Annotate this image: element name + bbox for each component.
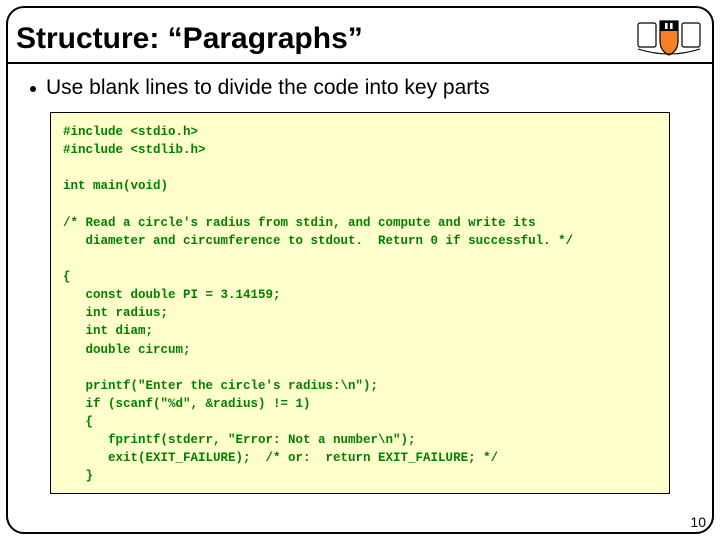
- code-line: int radius;: [63, 306, 168, 320]
- bullet-item: Use blank lines to divide the code into …: [30, 76, 700, 100]
- code-line: exit(EXIT_FAILURE); /* or: return EXIT_F…: [63, 451, 498, 465]
- code-line: }: [63, 469, 93, 483]
- princeton-crest-icon: [634, 17, 704, 61]
- code-line: diameter and circumference to stdout. Re…: [63, 234, 573, 248]
- code-line: #include <stdlib.h>: [63, 143, 206, 157]
- bullet-dot-icon: [30, 86, 36, 92]
- code-block: #include <stdio.h> #include <stdlib.h> i…: [50, 112, 670, 494]
- code-line: {: [63, 270, 71, 284]
- code-line: int diam;: [63, 324, 153, 338]
- code-line: const double PI = 3.14159;: [63, 288, 281, 302]
- title-underline: [8, 62, 712, 64]
- code-line: fprintf(stderr, "Error: Not a number\n")…: [63, 433, 416, 447]
- code-line: {: [63, 415, 93, 429]
- code-line: printf("Enter the circle's radius:\n");: [63, 379, 378, 393]
- code-line: …: [63, 488, 71, 495]
- bullet-text: Use blank lines to divide the code into …: [46, 76, 490, 100]
- page-number: 10: [690, 514, 706, 530]
- code-line: #include <stdio.h>: [63, 125, 198, 139]
- title-row: Structure: “Paragraphs”: [16, 12, 704, 66]
- code-line: if (scanf("%d", &radius) != 1): [63, 397, 311, 411]
- code-line: /* Read a circle's radius from stdin, an…: [63, 216, 536, 230]
- slide-title: Structure: “Paragraphs”: [16, 22, 363, 56]
- code-line: int main(void): [63, 179, 168, 193]
- code-line: double circum;: [63, 343, 191, 357]
